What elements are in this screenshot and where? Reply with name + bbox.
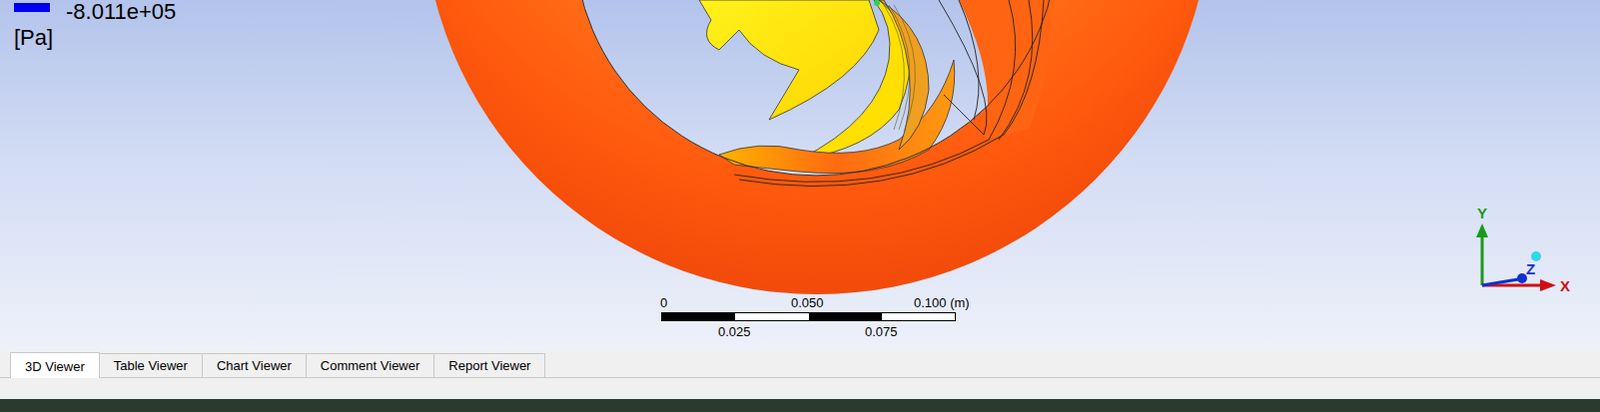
scale-label: 0.050	[791, 295, 824, 311]
legend-min-row: -8.011e+05	[13, 0, 176, 24]
viewer-tab[interactable]: Report Viewer	[433, 353, 546, 378]
legend-unit: [Pa]	[13, 25, 176, 50]
legend-min-value: -8.011e+05	[65, 0, 176, 24]
taskbar	[0, 399, 1600, 412]
viewer-tabs: 3D ViewerTable ViewerChart ViewerComment…	[0, 351, 1600, 379]
axis-x-label: X	[1560, 278, 1571, 295]
viewer-tab[interactable]: Chart Viewer	[201, 353, 307, 378]
scale-label: 0.075	[864, 324, 898, 340]
scale-segment	[662, 313, 736, 321]
scale-segment	[808, 313, 882, 321]
scale-bar: 00.0500.100 (m)0.0250.075	[661, 295, 961, 346]
scale-segment	[735, 313, 808, 321]
legend-min-swatch	[13, 2, 50, 12]
color-legend: -8.011e+05[Pa]	[13, 0, 176, 50]
scale-track	[661, 312, 956, 322]
3d-viewer[interactable]: -8.011e+05[Pa] 0 0.050 0.100 (m) 0.025 0.075 Y…	[0, 0, 1600, 352]
scale-label: 0	[660, 295, 668, 311]
viewer-tab[interactable]: Table Viewer	[98, 353, 203, 378]
scale-label: 0.025	[718, 324, 752, 340]
axis-z-label: Z	[1526, 261, 1536, 278]
viewer-tab[interactable]: 3D Viewer	[9, 352, 100, 379]
scale-segment	[881, 313, 955, 321]
viewer-tab[interactable]: Comment Viewer	[305, 353, 435, 378]
axis-y-label: Y	[1477, 205, 1488, 222]
scale-label: 0.100 (m)	[913, 295, 970, 311]
status-area	[0, 378, 1600, 400]
